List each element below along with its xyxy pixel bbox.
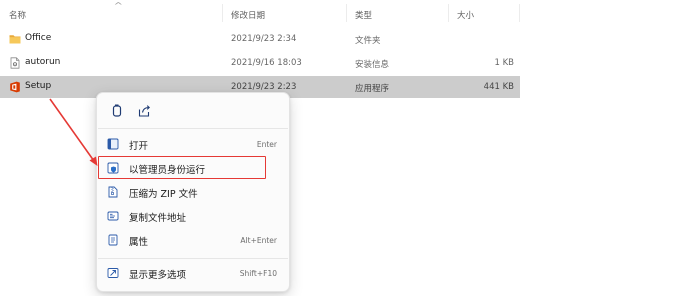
file-type: 应用程序 (355, 84, 390, 94)
column-header-date[interactable]: 修改日期 (231, 9, 265, 21)
folder-icon (9, 35, 21, 44)
file-date: 2021/9/16 18:03 (231, 58, 302, 68)
open-icon (107, 138, 119, 150)
file-date: 2021/9/23 2:34 (231, 34, 297, 44)
menu-divider (98, 128, 288, 129)
copy-icon (112, 104, 122, 117)
menu-divider (98, 258, 288, 259)
menu-item-label: 显示更多选项 (129, 270, 187, 281)
file-row-autorun[interactable]: autorun 2021/9/16 18:03 安装信息 1 KB (0, 52, 520, 74)
file-type: 文件夹 (355, 36, 381, 46)
menu-item-label: 以管理员身份运行 (129, 165, 206, 176)
file-date: 2021/9/23 2:23 (231, 82, 297, 92)
file-name: autorun (25, 57, 61, 67)
shield-icon (107, 162, 119, 174)
zip-icon (108, 186, 118, 198)
menu-item-shortcut: Shift+F10 (239, 269, 277, 278)
menu-item-run-as-admin[interactable]: 以管理员身份运行 (101, 157, 285, 179)
menu-item-label: 属性 (129, 237, 149, 248)
menu-item-shortcut: Alt+Enter (240, 236, 277, 245)
properties-icon (108, 234, 118, 246)
file-explorer-view: ^ 名称 修改日期 类型 大小 Office 2021/9/23 2:34 文件… (0, 0, 700, 296)
file-name: Office (25, 33, 52, 43)
file-icon (10, 57, 20, 69)
column-divider[interactable] (222, 4, 223, 22)
more-options-icon (107, 268, 119, 278)
file-row-office[interactable]: Office 2021/9/23 2:34 文件夹 (0, 28, 520, 50)
column-divider[interactable] (448, 4, 449, 22)
column-header-type[interactable]: 类型 (355, 9, 372, 21)
office-app-icon (10, 81, 20, 93)
copy-path-icon (107, 211, 119, 221)
copy-button[interactable] (106, 101, 128, 121)
column-header-bar: ^ 名称 修改日期 类型 大小 (0, 0, 700, 27)
menu-item-shortcut: Enter (256, 140, 277, 149)
menu-item-properties[interactable]: 属性 Alt+Enter (101, 229, 285, 251)
menu-item-show-more-options[interactable]: 显示更多选项 Shift+F10 (101, 262, 285, 284)
file-name: Setup (25, 81, 52, 91)
file-type: 安装信息 (355, 60, 390, 70)
menu-item-compress-zip[interactable]: 压缩为 ZIP 文件 (101, 181, 285, 203)
share-button[interactable] (133, 101, 155, 121)
column-header-name[interactable]: 名称 (9, 9, 26, 21)
context-menu: 打开 Enter 以管理员身份运行 压缩为 ZIP 文件 复制文件地址 属性 A… (96, 92, 290, 292)
menu-item-label: 压缩为 ZIP 文件 (129, 189, 198, 200)
column-header-size[interactable]: 大小 (457, 9, 474, 21)
share-icon (138, 105, 150, 117)
menu-item-label: 复制文件地址 (129, 213, 187, 224)
column-divider[interactable] (519, 4, 520, 22)
menu-item-open[interactable]: 打开 Enter (101, 133, 285, 155)
sort-up-icon[interactable]: ^ (114, 1, 123, 10)
menu-item-label: 打开 (129, 141, 149, 152)
file-size: 441 KB (483, 82, 514, 92)
menu-item-copy-path[interactable]: 复制文件地址 (101, 205, 285, 227)
file-size: 1 KB (494, 58, 514, 68)
column-divider[interactable] (346, 4, 347, 22)
